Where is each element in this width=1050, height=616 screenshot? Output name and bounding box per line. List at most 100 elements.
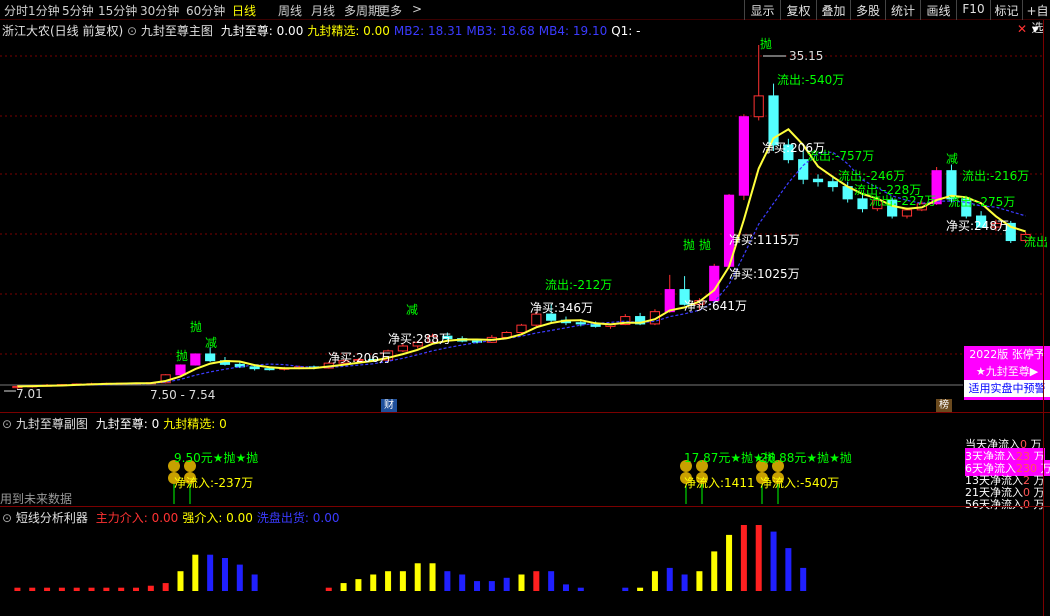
bottom-bar [162, 583, 169, 591]
bottom-panel-header: ⊙ 短线分析利器 主力介入: 0.00 强介入: 0.00 洗盘出货: 0.00 [2, 509, 339, 526]
price-axis-line [1043, 20, 1044, 616]
range-label: 7.50 - 7.54 [150, 388, 215, 402]
bottom-bar [14, 587, 21, 591]
bottom-bar [133, 587, 140, 591]
bottom-bar [503, 577, 510, 591]
candle-body [546, 313, 557, 321]
bottom-bar [562, 584, 569, 591]
collapse-icon[interactable]: ⊙ [2, 417, 12, 431]
candle-body [753, 95, 764, 118]
chart-annotation: 净买:346万 [530, 301, 593, 315]
bottom-bar [696, 571, 703, 591]
promo-line2: ★九封至尊▶ [975, 365, 1039, 378]
bottom-bar [637, 587, 644, 591]
bottom-bar [221, 558, 228, 591]
bottom-bar [711, 551, 718, 591]
candle-body [397, 345, 408, 352]
bottom-bar [740, 525, 747, 591]
bottom-bar [147, 585, 154, 591]
chart-annotation: 减 [406, 303, 418, 317]
chart-annotation: 抛 [699, 237, 711, 252]
chart-annotation: 流出 [1024, 235, 1048, 249]
bottom-bar [474, 581, 481, 591]
bottom-indicator-name[interactable]: 短线分析利器 [16, 511, 88, 525]
candle-body [516, 324, 527, 333]
signal-label: 净流入:1411 [684, 476, 755, 490]
bottom-bar [548, 571, 555, 591]
param-label-0: 九封至尊: 0 [95, 417, 160, 431]
chart-annotation: 流出:-246万 [838, 169, 905, 183]
bottom-bar [785, 548, 792, 591]
bottom-bar [577, 587, 584, 591]
chart-annotation: 抛 [683, 237, 695, 252]
bottom-indicator-params: 主力介入: 0.00 强介入: 0.00 洗盘出货: 0.00 [92, 511, 340, 525]
candle-body [812, 178, 824, 183]
chart-annotation: 流出:-227万 [869, 194, 936, 208]
bottom-bar [444, 571, 451, 591]
param-label-0: 主力介入: 0.00 [95, 511, 179, 525]
chart-annotation: 流出:-540万 [777, 73, 844, 87]
bottom-bar [399, 571, 406, 591]
promo-box[interactable]: 2022版 张停予 ★九封至尊▶ 适用实盘中预警 [964, 346, 1050, 400]
candle-body [901, 209, 913, 217]
chart-annotation: 抛 [760, 36, 772, 51]
bottom-bar [192, 554, 199, 591]
candle-body [264, 368, 275, 371]
bottom-bar [459, 574, 466, 591]
collapse-icon[interactable]: ⊙ [2, 511, 12, 525]
bottom-bar [518, 574, 525, 591]
bottom-bar [207, 554, 214, 591]
chart-annotation: 净买:206万 [762, 141, 825, 155]
bottom-bar [355, 579, 362, 591]
bottom-bar [236, 564, 243, 591]
bottom-bar [325, 587, 332, 591]
bottom-bar [666, 567, 673, 591]
signal-label: 净流入:-237万 [174, 476, 253, 490]
panel-divider [0, 412, 1050, 413]
bottom-bar [622, 587, 629, 591]
candle-body [827, 181, 838, 188]
bottom-bar [103, 587, 110, 591]
chart-annotation: 抛 [176, 348, 188, 363]
chart-annotation: 减 [205, 336, 217, 350]
chart-annotation: 净买:288万 [388, 332, 451, 346]
candle-body [664, 289, 675, 313]
bottom-bar [755, 525, 762, 591]
promo-line1: 2022版 张停予 [969, 348, 1045, 361]
candle-body [531, 313, 542, 326]
bottom-bar [385, 571, 392, 591]
signal-label: 9.50元★抛★抛 [174, 450, 258, 465]
future-data-note: 用到未来数据 [0, 492, 73, 506]
chart-annotation: 净买:1115万 [729, 233, 800, 247]
chart-annotation: 流出:-212万 [545, 278, 612, 292]
sub-panel-header: ⊙ 九封至尊副图 九封至尊: 0 九封精选: 0 [2, 415, 227, 432]
low-price-label: 7.01 [16, 387, 43, 401]
chart-annotation: 净买:206万 [328, 351, 391, 365]
bottom-bar [44, 587, 51, 591]
bottom-bar [533, 571, 540, 591]
stat-label: 56天净流入 [965, 498, 1023, 511]
finance-marker[interactable]: 财 [381, 399, 397, 412]
stat-value: 0 [1023, 498, 1030, 511]
bottom-bar [681, 574, 688, 591]
chart-annotation: 流出:-275万 [948, 195, 1015, 209]
bottom-bar [488, 581, 495, 591]
bottom-bar [251, 574, 258, 591]
candle-body [190, 353, 201, 366]
chart-annotation: 减 [946, 152, 958, 166]
bottom-bar [29, 587, 36, 591]
bottom-bar [340, 583, 347, 591]
signal-label: 26.88元★抛★抛 [760, 450, 852, 465]
promo-line3: 适用实盘中预警 [964, 380, 1050, 397]
panel-divider [0, 506, 1050, 507]
ranking-marker[interactable]: 榜 [936, 399, 952, 412]
bottom-bar [73, 587, 80, 591]
jiufeng-ma-line [17, 128, 1026, 388]
candle-body [205, 353, 216, 362]
stat-row-5: 56天净流入0 万 [965, 496, 1045, 512]
sub-indicator-name[interactable]: 九封至尊副图 [16, 417, 88, 431]
high-price-label: 35.15 [789, 49, 823, 63]
chart-annotation: 流出:-216万 [962, 169, 1029, 183]
bottom-bar [800, 567, 807, 591]
chart-annotation: 净买:1025万 [729, 267, 800, 281]
